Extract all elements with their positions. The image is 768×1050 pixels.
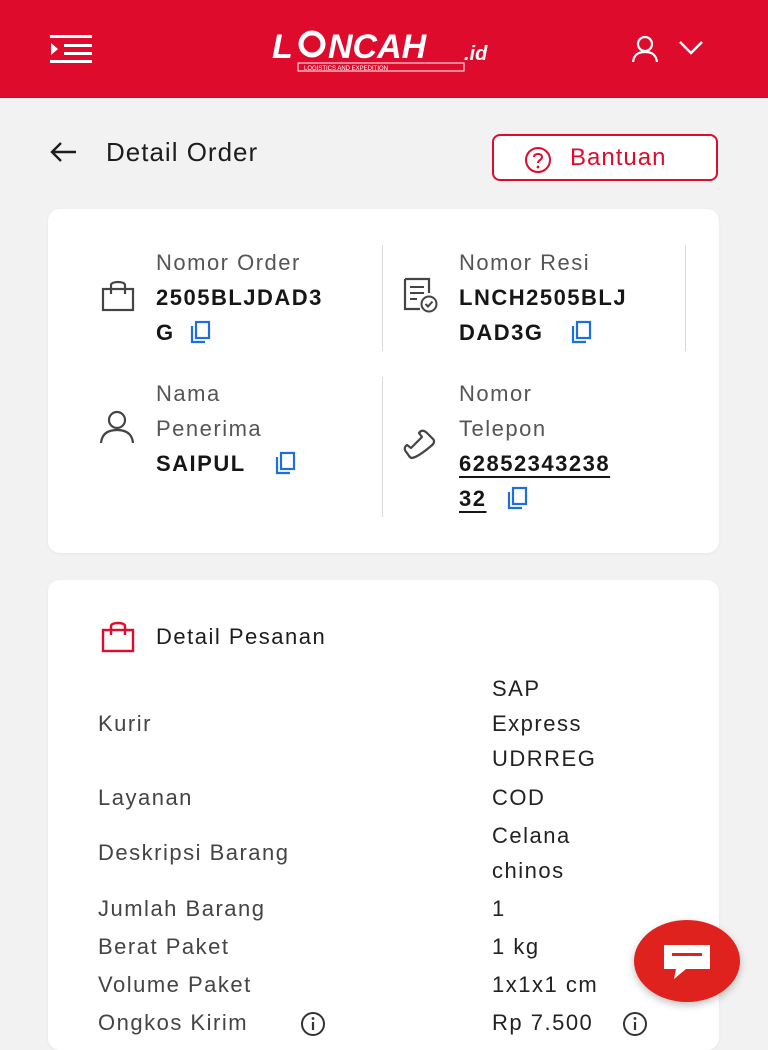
arrow-left-icon xyxy=(50,142,76,162)
svg-text:NCAH: NCAH xyxy=(328,28,428,66)
info-icon[interactable] xyxy=(300,1011,326,1037)
lincah-logo[interactable]: L NCAH .id LOGISTICS AND EXPEDITION xyxy=(268,24,500,74)
phone-number-link-cont[interactable]: 32 xyxy=(459,481,486,516)
copy-icon[interactable] xyxy=(570,320,592,344)
courier-value: Express xyxy=(492,711,582,736)
menu-icon xyxy=(50,35,92,63)
item-description-value: Celana xyxy=(492,823,571,848)
item-quantity-label: Jumlah Barang xyxy=(98,896,266,921)
phone-icon xyxy=(403,429,436,460)
person-icon xyxy=(99,410,135,444)
user-icon xyxy=(631,35,659,63)
svg-text:LOGISTICS AND EXPEDITION: LOGISTICS AND EXPEDITION xyxy=(304,66,388,72)
resi-value-cont: DAD3G xyxy=(459,320,544,345)
help-button[interactable]: Bantuan xyxy=(492,134,718,181)
svg-text:L: L xyxy=(272,28,293,66)
courier-value: SAP xyxy=(492,676,541,701)
item-description-label: Deskripsi Barang xyxy=(98,840,290,865)
svg-text:.id: .id xyxy=(464,43,488,65)
item-description-value: chinos xyxy=(492,858,565,883)
package-weight-label: Berat Paket xyxy=(98,934,230,959)
courier-value: UDRREG xyxy=(492,746,597,771)
recipient-name-value: SAIPUL xyxy=(156,451,246,476)
help-button-label: Bantuan xyxy=(570,144,667,171)
resi-value: LNCH2505BLJ xyxy=(459,285,628,310)
courier-label: Kurir xyxy=(98,711,152,736)
shopping-bag-icon xyxy=(101,621,135,653)
recipient-label-cont: Penerima xyxy=(156,416,263,441)
phone-number-link[interactable]: 62852343238 xyxy=(459,446,610,481)
section-title: Detail Pesanan xyxy=(156,624,327,649)
service-label: Layanan xyxy=(98,785,193,810)
menu-button[interactable] xyxy=(48,32,94,66)
divider xyxy=(382,377,383,517)
question-circle-icon xyxy=(525,147,551,173)
order-detail-card: Detail Pesanan Kurir SAP Express UDRREG … xyxy=(48,580,719,1050)
divider xyxy=(382,245,383,351)
order-number-value-cont: G xyxy=(156,320,175,345)
shipping-cost-label: Ongkos Kirim xyxy=(98,1010,249,1035)
resi-label: Nomor Resi xyxy=(459,250,591,275)
order-number-value: 2505BLJDAD3 xyxy=(156,285,323,310)
page-title: Detail Order xyxy=(106,137,259,167)
copy-icon[interactable] xyxy=(506,486,528,510)
phone-label: Nomor xyxy=(459,381,533,406)
copy-icon[interactable] xyxy=(274,451,296,475)
chevron-down-icon xyxy=(679,41,703,55)
package-weight-value: 1 kg xyxy=(492,934,540,959)
order-info-card: Nomor Order 2505BLJDAD3 G Nomor Resi LNC… xyxy=(48,209,719,553)
chat-button[interactable] xyxy=(634,920,740,1002)
package-volume-label: Volume Paket xyxy=(98,972,252,997)
phone-label-cont: Telepon xyxy=(459,416,547,441)
order-number-label: Nomor Order xyxy=(156,250,301,275)
divider xyxy=(685,245,686,351)
back-button[interactable] xyxy=(48,136,80,168)
account-dropdown-button[interactable] xyxy=(676,38,706,58)
user-button[interactable] xyxy=(630,34,660,64)
shopping-bag-icon xyxy=(101,280,135,312)
copy-icon[interactable] xyxy=(189,320,211,344)
service-value: COD xyxy=(492,785,546,810)
shipping-cost-value: Rp 7.500 xyxy=(492,1010,594,1035)
top-header: L NCAH .id LOGISTICS AND EXPEDITION xyxy=(0,0,768,98)
package-volume-value: 1x1x1 cm xyxy=(492,972,599,997)
info-icon[interactable] xyxy=(622,1011,648,1037)
item-quantity-value: 1 xyxy=(492,896,506,921)
chat-bubble-icon xyxy=(664,945,710,979)
receipt-check-icon xyxy=(403,277,438,313)
recipient-label: Nama xyxy=(156,381,221,406)
